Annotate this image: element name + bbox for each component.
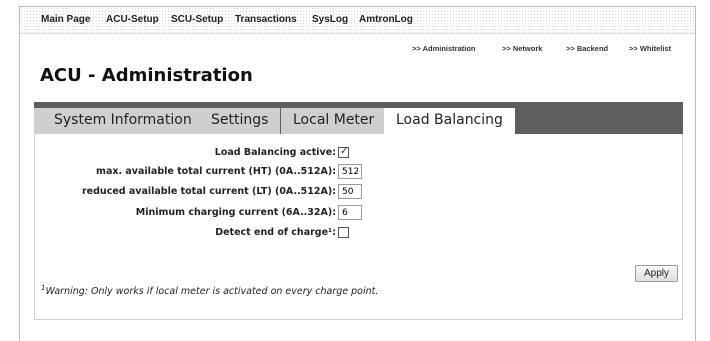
nav-scu-setup[interactable]: SCU-Setup	[171, 14, 223, 25]
nav-amtronlog[interactable]: AmtronLog	[359, 14, 413, 25]
max-total-current-field[interactable]	[338, 164, 362, 179]
subnav-administration[interactable]: >> Administration	[412, 44, 475, 53]
warning-footnote: 1Warning: Only works if local meter is a…	[41, 284, 378, 297]
nav-main-page[interactable]: Main Page	[41, 14, 90, 25]
tab-system-information[interactable]: System Information	[42, 108, 204, 134]
content-frame: Main Page ACU-Setup SCU-Setup Transactio…	[19, 6, 696, 341]
top-navigation: Main Page ACU-Setup SCU-Setup Transactio…	[20, 7, 695, 34]
min-charging-current-label: Minimum charging current (6A..32A):	[135, 207, 336, 218]
tab-local-meter[interactable]: Local Meter	[281, 108, 387, 134]
tab-bar-edge	[34, 108, 42, 134]
page-title: ACU - Administration	[40, 65, 253, 86]
subnav-backend[interactable]: >> Backend	[566, 44, 608, 53]
load-balancing-panel: Load Balancing active: ✓ max. available …	[34, 134, 683, 320]
footnote-text: Warning: Only works if local meter is ac…	[45, 286, 379, 298]
nav-syslog[interactable]: SysLog	[312, 14, 348, 25]
subnav-whitelist[interactable]: >> Whitelist	[629, 44, 671, 53]
load-balancing-active-checkbox[interactable]: ✓	[338, 146, 349, 158]
detect-end-of-charge-label: Detect end of charge¹:	[215, 227, 336, 238]
check-icon: ✓	[340, 146, 349, 157]
tab-settings[interactable]: Settings	[199, 108, 281, 134]
min-charging-current-field[interactable]	[338, 205, 362, 220]
max-total-current-label: max. available total current (HT) (0A..5…	[96, 166, 336, 177]
nav-transactions[interactable]: Transactions	[235, 14, 297, 25]
detect-end-of-charge-checkbox[interactable]	[338, 227, 349, 238]
apply-button[interactable]: Apply	[635, 265, 678, 282]
tab-load-balancing[interactable]: Load Balancing	[384, 108, 515, 134]
nav-acu-setup[interactable]: ACU-Setup	[106, 14, 159, 25]
tab-bar: System Information Settings Local Meter …	[34, 102, 683, 134]
reduced-total-current-label: reduced available total current (LT) (0A…	[82, 186, 336, 197]
subnav-network[interactable]: >> Network	[502, 44, 542, 53]
load-balancing-active-label: Load Balancing active:	[214, 147, 336, 158]
reduced-total-current-field[interactable]	[338, 184, 362, 199]
